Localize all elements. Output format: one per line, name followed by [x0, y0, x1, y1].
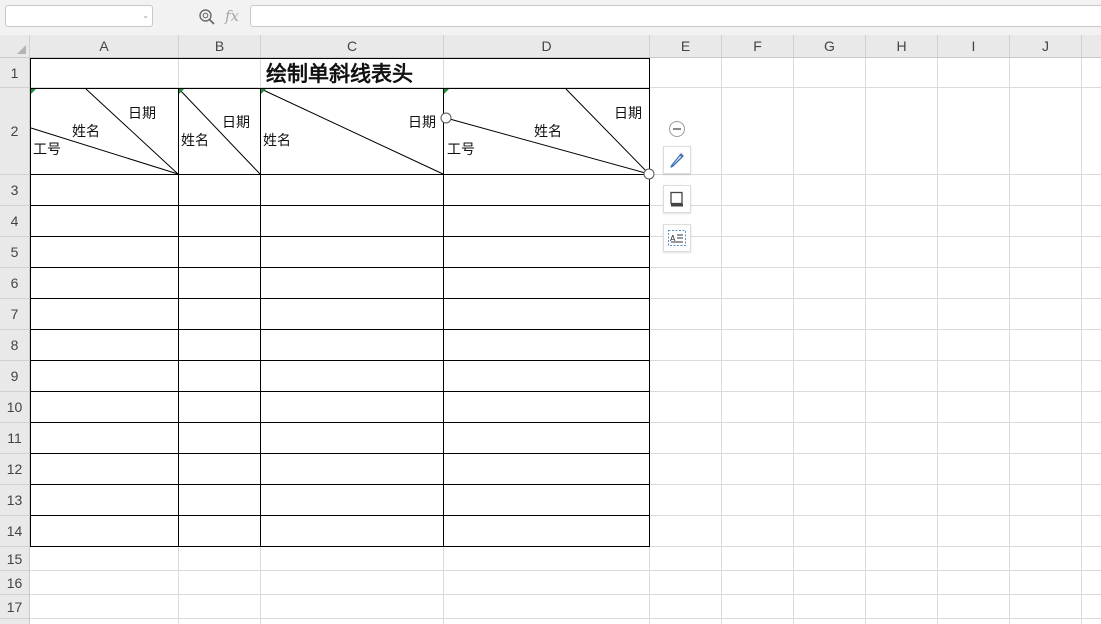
cell-b2-name: 姓名 [181, 133, 209, 149]
row-headers: 1 2 3 4 5 6 7 8 9 10 11 12 13 14 15 16 1… [0, 58, 30, 624]
cell-c2-date: 日期 [408, 115, 436, 131]
formula-bar: ⌄ fx [0, 0, 1101, 35]
column-header-a[interactable]: A [30, 35, 179, 57]
cell-a2-name: 姓名 [72, 124, 100, 140]
row-header-13[interactable]: 13 [0, 485, 29, 516]
row-header-10[interactable]: 10 [0, 392, 29, 423]
row-header-16[interactable]: 16 [0, 571, 29, 595]
cell-marker-icon [261, 89, 266, 94]
column-headers: A B C D E F G H I J [30, 35, 1101, 58]
column-header-j[interactable]: J [1010, 35, 1082, 57]
column-header-d[interactable]: D [444, 35, 650, 57]
row-header-9[interactable]: 9 [0, 361, 29, 392]
cell-d2-id: 工号 [447, 142, 475, 158]
column-header-c[interactable]: C [261, 35, 444, 57]
row-header-17[interactable]: 17 [0, 595, 29, 619]
formula-input[interactable] [250, 5, 1101, 27]
row-header-8[interactable]: 8 [0, 330, 29, 361]
row-header-2[interactable]: 2 [0, 88, 29, 175]
pen-icon [670, 153, 684, 168]
column-header-b[interactable]: B [179, 35, 261, 57]
cell-marker-icon [31, 89, 36, 94]
row-header-3[interactable]: 3 [0, 175, 29, 206]
cell-c2-name: 姓名 [263, 133, 291, 149]
column-header-e[interactable]: E [650, 35, 722, 57]
column-header-f[interactable]: F [722, 35, 794, 57]
shape-style-button[interactable] [663, 185, 691, 213]
shape-outline-button[interactable] [663, 146, 691, 174]
select-all-icon [17, 45, 26, 54]
cell-a2-date: 日期 [128, 106, 156, 122]
row-header-14[interactable]: 14 [0, 516, 29, 547]
cell-b2-date: 日期 [222, 115, 250, 131]
border-style-icon [670, 191, 683, 207]
select-all-corner[interactable] [0, 35, 30, 58]
row-header-15[interactable]: 15 [0, 547, 29, 571]
zoom-icon[interactable] [198, 8, 216, 26]
column-header-h[interactable]: H [866, 35, 938, 57]
column-header-g[interactable]: G [794, 35, 866, 57]
table-title[interactable]: 绘制单斜线表头 [30, 59, 649, 88]
collapse-icon[interactable] [669, 121, 685, 137]
row-header-6[interactable]: 6 [0, 268, 29, 299]
cell-d2-date: 日期 [614, 106, 642, 122]
name-box[interactable]: ⌄ [5, 5, 153, 27]
name-box-dropdown-icon[interactable]: ⌄ [142, 10, 149, 22]
text-wrap-button[interactable]: A [663, 224, 691, 252]
fx-icon[interactable]: fx [225, 6, 239, 26]
row-header-4[interactable]: 4 [0, 206, 29, 237]
cell-d2-name: 姓名 [534, 124, 562, 140]
row-header-12[interactable]: 12 [0, 454, 29, 485]
row-header-1[interactable]: 1 [0, 58, 29, 88]
row-header-11[interactable]: 11 [0, 423, 29, 454]
cell-marker-icon [444, 89, 449, 94]
cell-marker-icon [179, 89, 184, 94]
cell-a2-id: 工号 [33, 142, 61, 158]
row-header-7[interactable]: 7 [0, 299, 29, 330]
column-header-i[interactable]: I [938, 35, 1010, 57]
row-header-5[interactable]: 5 [0, 237, 29, 268]
text-align-icon: A [668, 230, 686, 246]
